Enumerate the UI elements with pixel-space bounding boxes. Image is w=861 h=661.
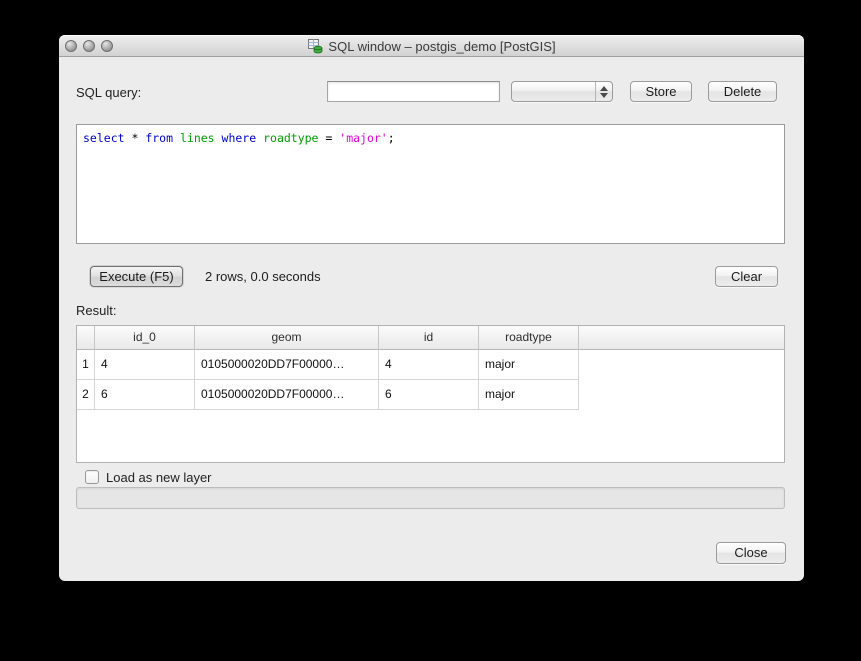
result-label: Result: xyxy=(76,303,116,318)
result-table-body: 140105000020DD7F00000…4major260105000020… xyxy=(77,350,784,410)
sql-query-label: SQL query: xyxy=(76,85,141,100)
table-cell[interactable]: 4 xyxy=(95,350,195,380)
sql-token: where xyxy=(222,131,257,145)
dropdown-arrows-icon xyxy=(595,82,612,101)
table-cell[interactable]: 4 xyxy=(379,350,479,380)
sql-token: select xyxy=(83,131,125,145)
sql-token: = xyxy=(318,131,339,145)
layer-name-input xyxy=(76,487,785,509)
load-as-new-layer-label: Load as new layer xyxy=(106,470,212,485)
execute-button[interactable]: Execute (F5) xyxy=(90,266,183,287)
column-header-roadtype[interactable]: roadtype xyxy=(479,326,579,350)
status-text: 2 rows, 0.0 seconds xyxy=(205,269,321,285)
table-row[interactable]: 140105000020DD7F00000…4major xyxy=(77,350,784,380)
row-number-cell: 2 xyxy=(77,380,95,410)
sql-token: roadtype xyxy=(263,131,318,145)
table-cell[interactable]: 0105000020DD7F00000… xyxy=(195,380,379,410)
table-cell[interactable]: major xyxy=(479,380,579,410)
column-header-geom[interactable]: geom xyxy=(195,326,379,350)
row-number-cell: 1 xyxy=(77,350,95,380)
table-cell[interactable]: major xyxy=(479,350,579,380)
sql-window-dialog: SQL window – postgis_demo [PostGIS] SQL … xyxy=(59,35,804,581)
clear-button[interactable]: Clear xyxy=(715,266,778,287)
close-button[interactable]: Close xyxy=(716,542,786,564)
table-cell[interactable]: 6 xyxy=(95,380,195,410)
window-title: SQL window – postgis_demo [PostGIS] xyxy=(328,39,555,54)
titlebar[interactable]: SQL window – postgis_demo [PostGIS] xyxy=(59,35,804,57)
result-table: id_0geomidroadtype 140105000020DD7F00000… xyxy=(76,325,785,463)
sql-editor[interactable]: select * from lines where roadtype = 'ma… xyxy=(76,124,785,244)
sql-token xyxy=(173,131,180,145)
sql-token: 'major' xyxy=(339,131,387,145)
table-cell[interactable]: 6 xyxy=(379,380,479,410)
sql-code: select * from lines where roadtype = 'ma… xyxy=(83,131,778,146)
delete-button[interactable]: Delete xyxy=(708,81,777,102)
sql-token: from xyxy=(145,131,173,145)
query-name-input[interactable] xyxy=(327,81,500,102)
header-filler xyxy=(579,326,784,350)
load-as-new-layer-checkbox[interactable] xyxy=(85,470,99,484)
load-layer-row: Load as new layer xyxy=(85,468,212,486)
desktop-background: SQL window – postgis_demo [PostGIS] SQL … xyxy=(0,0,861,661)
row-filler xyxy=(579,350,784,380)
table-row[interactable]: 260105000020DD7F00000…6major xyxy=(77,380,784,410)
column-header-id[interactable]: id xyxy=(379,326,479,350)
store-button[interactable]: Store xyxy=(630,81,692,102)
column-header-id_0[interactable]: id_0 xyxy=(95,326,195,350)
sql-window-icon xyxy=(307,38,323,54)
sql-token: ; xyxy=(388,131,395,145)
sql-token: * xyxy=(125,131,146,145)
sql-token xyxy=(215,131,222,145)
stored-query-dropdown[interactable] xyxy=(511,81,613,102)
sql-token: lines xyxy=(180,131,215,145)
result-table-header: id_0geomidroadtype xyxy=(77,326,784,350)
title-area: SQL window – postgis_demo [PostGIS] xyxy=(59,35,804,57)
corner-header-cell xyxy=(77,326,95,350)
row-filler xyxy=(579,380,784,410)
table-cell[interactable]: 0105000020DD7F00000… xyxy=(195,350,379,380)
